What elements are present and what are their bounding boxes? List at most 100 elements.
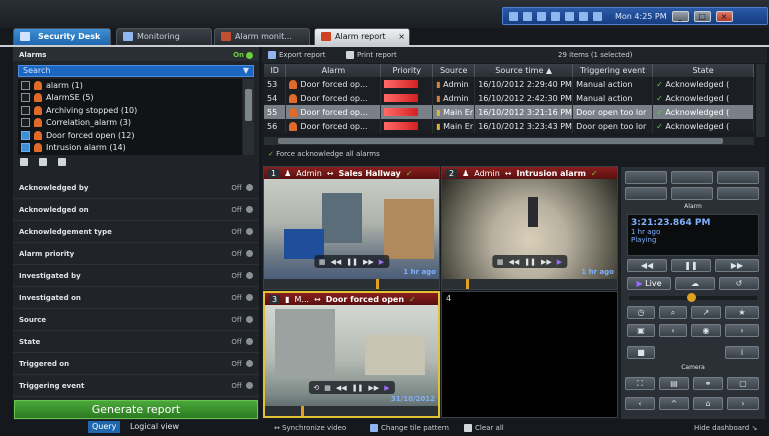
search-input[interactable]: Search ▼ (18, 65, 254, 77)
filter-toggle[interactable]: Off (231, 360, 253, 368)
video-tile-3[interactable]: 3 ▮ M... ↔ Door forced open ✓ ⟲ ▦ ◀◀ ❚❚ ▶▶ ▶ 31/10… (263, 291, 440, 418)
export-button[interactable]: ↗ (691, 306, 721, 319)
filter-row[interactable]: Triggered on Off (13, 353, 259, 375)
filter-toggle[interactable]: Off (231, 206, 253, 214)
col-source-time[interactable]: Source time ▲ (474, 64, 574, 77)
filter-toggle[interactable]: Off (231, 294, 253, 302)
alarm-btn-3[interactable] (717, 171, 759, 184)
link-button[interactable]: ⚭ (693, 377, 723, 390)
rewind-icon[interactable]: ◀◀ (336, 384, 347, 392)
close-button[interactable]: × (715, 10, 733, 22)
select-all-icon[interactable] (39, 158, 47, 166)
forward-button[interactable]: ▶▶ (715, 259, 759, 272)
notification-icon[interactable] (523, 11, 532, 21)
col-triggering-event[interactable]: Triggering event (572, 64, 654, 77)
frame-icon[interactable]: ▦ (324, 384, 331, 392)
sync-icon[interactable]: ⟲ (313, 384, 319, 392)
fullscreen-button[interactable]: ⛶ (625, 377, 655, 390)
scroll-thumb[interactable] (278, 138, 723, 144)
timeline[interactable] (264, 279, 439, 289)
filter-row[interactable]: Acknowledged on Off (13, 199, 259, 221)
maximize-button[interactable]: □ (693, 10, 711, 22)
col-priority[interactable]: Priority (380, 64, 434, 77)
pause-icon[interactable]: ❚❚ (524, 258, 536, 266)
rewind-icon[interactable]: ◀◀ (330, 258, 341, 266)
tab-alarm-monitoring[interactable]: Alarm monit... (214, 28, 310, 45)
timeline-cursor[interactable] (301, 406, 304, 416)
rewind-button[interactable]: ◀◀ (627, 259, 667, 272)
group-icon[interactable] (58, 158, 66, 166)
filter-row[interactable]: State Off (13, 331, 259, 353)
checkbox[interactable] (21, 105, 30, 115)
video-tile-4[interactable]: 4 (441, 291, 618, 418)
list-item[interactable]: Door forced open (12) (18, 129, 242, 142)
filter-toggle[interactable]: Off (231, 250, 253, 258)
monitor-icon[interactable] (551, 11, 560, 21)
forward-icon[interactable]: ▶▶ (541, 258, 552, 266)
alarm-btn-1[interactable] (625, 171, 667, 184)
close-tab-icon[interactable]: × (398, 29, 405, 44)
stop-button[interactable]: ■ (627, 346, 655, 359)
timeline-cursor[interactable] (466, 279, 469, 289)
clear-all-button[interactable]: Clear all (464, 424, 504, 432)
table-row[interactable]: 56 Door forced op... ▮ Main Er 16/10/201… (264, 119, 754, 133)
loop-button[interactable]: ↺ (719, 277, 759, 290)
checkbox[interactable] (21, 130, 30, 140)
alarm-btn-6[interactable] (717, 187, 759, 200)
export-report-button[interactable]: Export report (268, 51, 326, 59)
alarm-btn-5[interactable] (671, 187, 713, 200)
network-icon[interactable] (509, 11, 518, 21)
live-button[interactable]: ▶ Live (627, 277, 671, 290)
video-tile-2[interactable]: 2 ♟ Admin ↔ Intrusion alarm ✓ ▦ ◀◀ ❚❚ ▶▶ ▶ 1 hr a… (441, 166, 618, 290)
clock-button[interactable]: ◷ (627, 306, 655, 319)
synchronize-video-button[interactable]: ↔ Synchronize video (274, 424, 346, 432)
checkbox[interactable] (21, 80, 30, 90)
alarm-btn-2[interactable] (671, 171, 713, 184)
list-item[interactable]: Correlation_alarm (3) (18, 117, 242, 130)
col-id[interactable]: ID (264, 64, 287, 77)
timeline[interactable] (265, 406, 438, 416)
filter-row[interactable]: Source Off (13, 309, 259, 331)
tab-query[interactable]: Query (88, 421, 121, 433)
tab-security-desk[interactable]: Security Desk (13, 28, 111, 45)
filter-row[interactable]: Investigated by Off (13, 265, 259, 287)
col-source[interactable]: Source (432, 64, 476, 77)
timeline[interactable] (442, 279, 617, 289)
pause-icon[interactable]: ❚❚ (352, 384, 364, 392)
nav-right-button[interactable]: › (727, 397, 759, 410)
forward-icon[interactable]: ▶▶ (363, 258, 374, 266)
pause-icon[interactable]: ❚❚ (346, 258, 358, 266)
change-tile-pattern-button[interactable]: Change tile pattern (370, 424, 449, 432)
filter-toggle[interactable]: Off (231, 184, 253, 192)
bookmark-button[interactable]: ★ (725, 306, 759, 319)
tab-logical-view[interactable]: Logical view (126, 421, 183, 433)
camera-button[interactable]: ▢ (727, 377, 759, 390)
rewind-icon[interactable]: ◀◀ (508, 258, 519, 266)
filter-toggle[interactable]: Off (231, 316, 253, 324)
info-button[interactable]: i (725, 346, 759, 359)
nav-up-button[interactable]: ^ (659, 397, 689, 410)
live-icon[interactable]: ▶ (557, 258, 562, 266)
alarm-list-scrollbar[interactable] (243, 79, 254, 155)
minimize-button[interactable]: _ (671, 10, 689, 22)
volume-icon[interactable] (565, 11, 574, 21)
forward-icon[interactable]: ▶▶ (368, 384, 379, 392)
checkbox[interactable] (21, 143, 30, 153)
generate-report-button[interactable]: Generate report (14, 400, 258, 419)
table-v-scrollbar[interactable] (756, 64, 765, 137)
checkbox[interactable] (21, 93, 30, 103)
zoom-button[interactable]: ⌕ (659, 306, 687, 319)
force-acknowledge-button[interactable]: ✓ Force acknowledge all alarms (268, 150, 380, 158)
ptz-button[interactable]: ◉ (691, 324, 721, 337)
alarm-btn-4[interactable] (625, 187, 667, 200)
tab-alarm-report[interactable]: Alarm report × (314, 28, 410, 45)
filter-row[interactable]: Alarm priority Off (13, 243, 259, 265)
video-tile-1[interactable]: 1 ♟ Admin ↔ Sales Hallway ✓ ▦ ◀◀ ❚❚ ▶▶ ▶ 1 hr ago (263, 166, 440, 290)
list-item[interactable]: Intrusion alarm (14) (18, 142, 242, 155)
settings-icon[interactable] (579, 11, 588, 21)
prev-button[interactable]: ‹ (659, 324, 687, 337)
hide-dashboard-button[interactable]: Hide dashboard ↘ (694, 424, 757, 432)
print-report-button[interactable]: Print report (346, 51, 397, 59)
table-row[interactable]: 54 Door forced op... ▮ Admin 16/10/2012 … (264, 91, 754, 105)
filter-row[interactable]: Investigated on Off (13, 287, 259, 309)
